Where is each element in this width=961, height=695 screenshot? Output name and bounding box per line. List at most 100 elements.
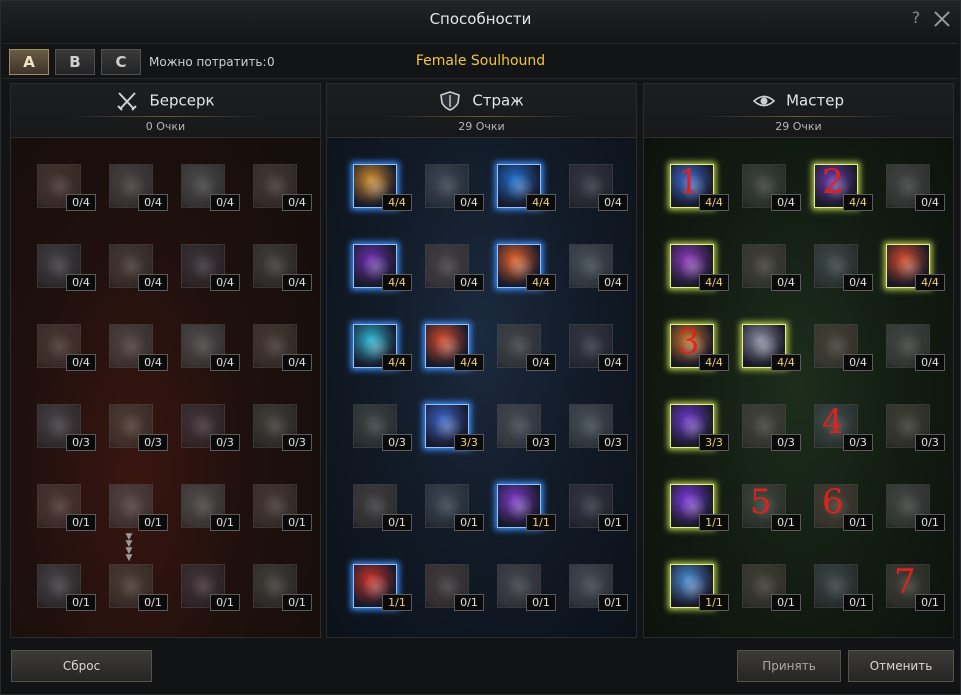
skill-slot[interactable]: 0/1 <box>35 482 96 531</box>
skill-level: 0/1 <box>382 514 412 531</box>
skill-slot[interactable]: 0/1 <box>423 562 484 611</box>
skill-level: 0/4 <box>915 354 945 371</box>
skill-slot[interactable]: 0/1 <box>107 562 168 611</box>
skill-grid: 4/4 1 0/4 4/4 2 0/4 4/4 0/4 0/4 4/4 4/4 3 4/4 0/4 0/4 3… <box>644 138 953 637</box>
skill-slot[interactable]: 0/4 <box>107 322 168 371</box>
skill-slot[interactable]: 4/4 <box>351 322 412 371</box>
skill-slot[interactable]: 0/1 <box>567 482 628 531</box>
skill-slot[interactable]: 0/1 <box>740 562 801 611</box>
skill-level: 0/4 <box>843 274 873 291</box>
skill-level: 1/1 <box>382 594 412 611</box>
skill-slot[interactable]: 0/4 <box>567 242 628 291</box>
skill-level: 0/1 <box>454 594 484 611</box>
skill-slot[interactable]: 0/1 6 <box>812 482 873 531</box>
skill-slot[interactable]: 1/1 <box>351 562 412 611</box>
skill-slot[interactable]: 1/1 <box>668 482 729 531</box>
skill-level: 0/4 <box>66 354 96 371</box>
skill-slot[interactable]: 0/1 <box>567 562 628 611</box>
skill-slot[interactable]: 0/3 <box>884 402 945 451</box>
skill-slot[interactable]: 4/4 <box>668 242 729 291</box>
skill-slot[interactable]: 0/4 <box>812 322 873 371</box>
skill-slot[interactable]: 4/4 <box>495 242 556 291</box>
skill-slot[interactable]: 4/4 <box>423 322 484 371</box>
skill-slot[interactable]: 0/1 <box>179 482 240 531</box>
titlebar: Способности ? <box>1 1 960 39</box>
skill-slot[interactable]: 0/3 <box>567 402 628 451</box>
skill-slot[interactable]: 0/1 <box>884 482 945 531</box>
skill-slot[interactable]: 0/4 <box>107 162 168 211</box>
reset-button[interactable]: Сброс <box>11 650 152 682</box>
skill-slot[interactable]: 0/3 <box>251 402 312 451</box>
skill-slot[interactable]: 0/1 <box>179 562 240 611</box>
close-icon[interactable] <box>931 8 953 30</box>
skill-level: 0/4 <box>210 274 240 291</box>
skill-slot[interactable]: 0/1 <box>812 562 873 611</box>
skill-slot[interactable]: 4/4 3 <box>668 322 729 371</box>
chevron-down-icon: ▼ ▼ ▼ ▼ <box>125 532 133 563</box>
skill-slot[interactable]: 3/3 <box>668 402 729 451</box>
skill-slot[interactable]: 0/1 <box>251 562 312 611</box>
accept-button[interactable]: Принять <box>737 650 841 682</box>
skill-level: 1/1 <box>526 514 556 531</box>
skill-slot[interactable]: 0/4 <box>884 322 945 371</box>
skill-slot[interactable]: 0/1 7 <box>884 562 945 611</box>
skill-slot[interactable]: 0/4 <box>740 162 801 211</box>
skill-slot[interactable]: 0/4 <box>495 322 556 371</box>
skill-slot[interactable]: 0/3 4 <box>812 402 873 451</box>
skill-slot[interactable]: 0/1 <box>107 482 168 531</box>
skill-level: 4/4 <box>454 354 484 371</box>
skill-slot[interactable]: 0/1 5 <box>740 482 801 531</box>
skill-slot[interactable]: 0/4 <box>107 242 168 291</box>
skill-slot[interactable]: 4/4 2 <box>812 162 873 211</box>
divider <box>66 116 265 117</box>
skill-slot[interactable]: 0/4 <box>567 162 628 211</box>
skill-slot[interactable]: 0/4 <box>567 322 628 371</box>
skill-level: 0/4 <box>210 194 240 211</box>
skill-slot[interactable]: 0/4 <box>179 322 240 371</box>
skill-slot[interactable]: 1/1 <box>668 562 729 611</box>
skill-slot[interactable]: 0/4 <box>423 162 484 211</box>
skill-slot[interactable]: 0/3 <box>351 402 412 451</box>
skill-slot[interactable]: 3/3 <box>423 402 484 451</box>
footer: Сброс Принять Отменить <box>3 641 958 694</box>
skill-level: 4/4 <box>771 354 801 371</box>
cancel-button[interactable]: Отменить <box>848 650 954 682</box>
skill-slot[interactable]: 0/4 <box>251 162 312 211</box>
skill-slot[interactable]: 0/1 <box>35 562 96 611</box>
column-master: Мастер 29 Очки 4/4 1 0/4 4/4 2 0/4 4/4 0/4 0/4 4/… <box>643 83 954 638</box>
skill-slot[interactable]: 0/3 <box>107 402 168 451</box>
skill-slot[interactable]: 0/1 <box>495 562 556 611</box>
skill-slot[interactable]: 1/1 <box>495 482 556 531</box>
skill-level: 4/4 <box>843 194 873 211</box>
skill-slot[interactable]: 0/4 <box>423 242 484 291</box>
skill-level: 0/3 <box>66 434 96 451</box>
skill-slot[interactable]: 4/4 <box>740 322 801 371</box>
divider <box>699 116 898 117</box>
skill-slot[interactable]: 0/4 <box>35 242 96 291</box>
skill-slot[interactable]: 0/4 <box>35 162 96 211</box>
skill-slot[interactable]: 0/3 <box>740 402 801 451</box>
skill-slot[interactable]: 0/4 <box>251 322 312 371</box>
skill-level: 0/4 <box>771 274 801 291</box>
skill-slot[interactable]: 0/4 <box>251 242 312 291</box>
skill-slot[interactable]: 0/4 <box>884 162 945 211</box>
skill-slot[interactable]: 0/3 <box>179 402 240 451</box>
skill-slot[interactable]: 0/1 <box>351 482 412 531</box>
skill-slot[interactable]: 4/4 <box>351 162 412 211</box>
skill-slot[interactable]: 0/4 <box>740 242 801 291</box>
help-button[interactable]: ? <box>908 8 924 30</box>
skill-slot[interactable]: 0/3 <box>35 402 96 451</box>
skill-slot[interactable]: 0/4 <box>35 322 96 371</box>
skill-slot[interactable]: 0/4 <box>179 162 240 211</box>
skill-slot[interactable]: 4/4 <box>495 162 556 211</box>
skill-slot[interactable]: 0/1 <box>251 482 312 531</box>
skill-level: 1/1 <box>699 594 729 611</box>
skill-slot[interactable]: 0/3 <box>495 402 556 451</box>
skill-slot[interactable]: 4/4 <box>351 242 412 291</box>
skill-slot[interactable]: 0/4 <box>812 242 873 291</box>
skill-slot[interactable]: 4/4 1 <box>668 162 729 211</box>
skill-level: 0/3 <box>138 434 168 451</box>
skill-slot[interactable]: 0/1 <box>423 482 484 531</box>
skill-slot[interactable]: 0/4 <box>179 242 240 291</box>
skill-slot[interactable]: 4/4 <box>884 242 945 291</box>
